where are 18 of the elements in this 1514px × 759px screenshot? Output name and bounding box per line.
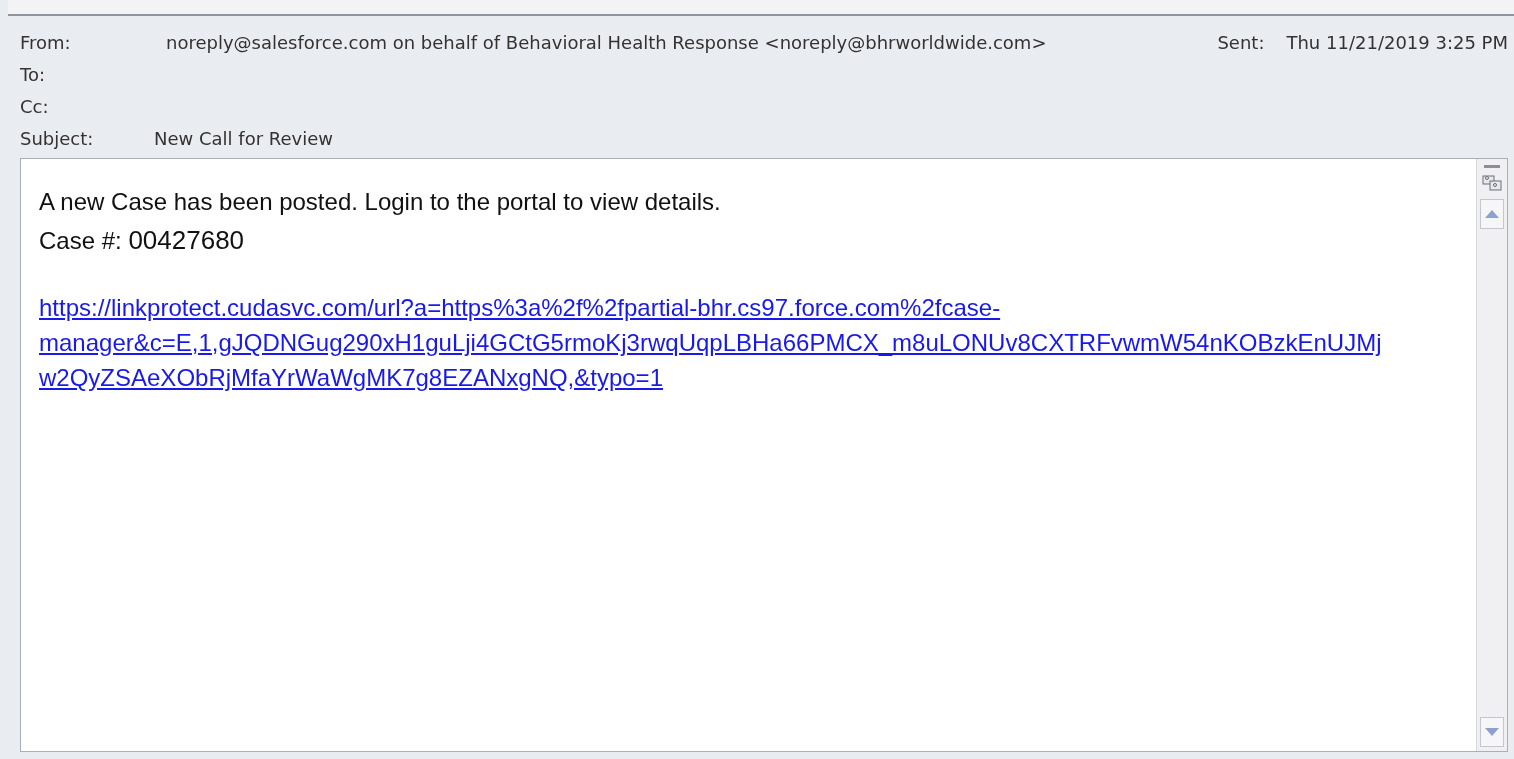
- sent-value: Thu 11/21/2019 3:25 PM: [1286, 31, 1508, 53]
- field-label: From:: [20, 31, 72, 53]
- case-number: 00427680: [128, 225, 245, 255]
- field-value: New Call for Review: [154, 127, 333, 149]
- minus-icon[interactable]: [1484, 165, 1500, 169]
- field-label: Cc:: [20, 95, 50, 117]
- field-label: Subject:: [20, 127, 95, 149]
- intro-text: A new Case has been posted. Login to the portal to view details.: [39, 187, 722, 217]
- up-arrow-icon: [1485, 210, 1499, 218]
- url-link[interactable]: https://linkprotect.cudasvc.com/url?a=https%3a%2f%2fpartial-bhr.cs97.force.com%2fcase- manager&c=E,1,gJQDNGug290xH1guLji4GCtG5rmoKj3rwqUqpLBHa66PMCX_m8uLONUv8CXTRFvwmW54nKOBzkEnUJMj w2QyZSAeXObRjMfaYrWaWgMK7g8EZANxgNQ,&typo=1: [39, 290, 1382, 395]
- scroll-up-button[interactable]: [1480, 199, 1504, 229]
- down-arrow-icon: [1485, 728, 1499, 736]
- field-value: noreply@salesforce.com on behalf of Behavioral Health Response <noreply@bhrworldwide.com>: [166, 31, 1047, 53]
- case-label: Case #:: [39, 227, 122, 254]
- scrollbar[interactable]: [1476, 159, 1507, 751]
- field-label: To:: [20, 63, 46, 85]
- scroll-down-button[interactable]: [1480, 717, 1504, 747]
- sent-label: Sent:: [1217, 31, 1265, 53]
